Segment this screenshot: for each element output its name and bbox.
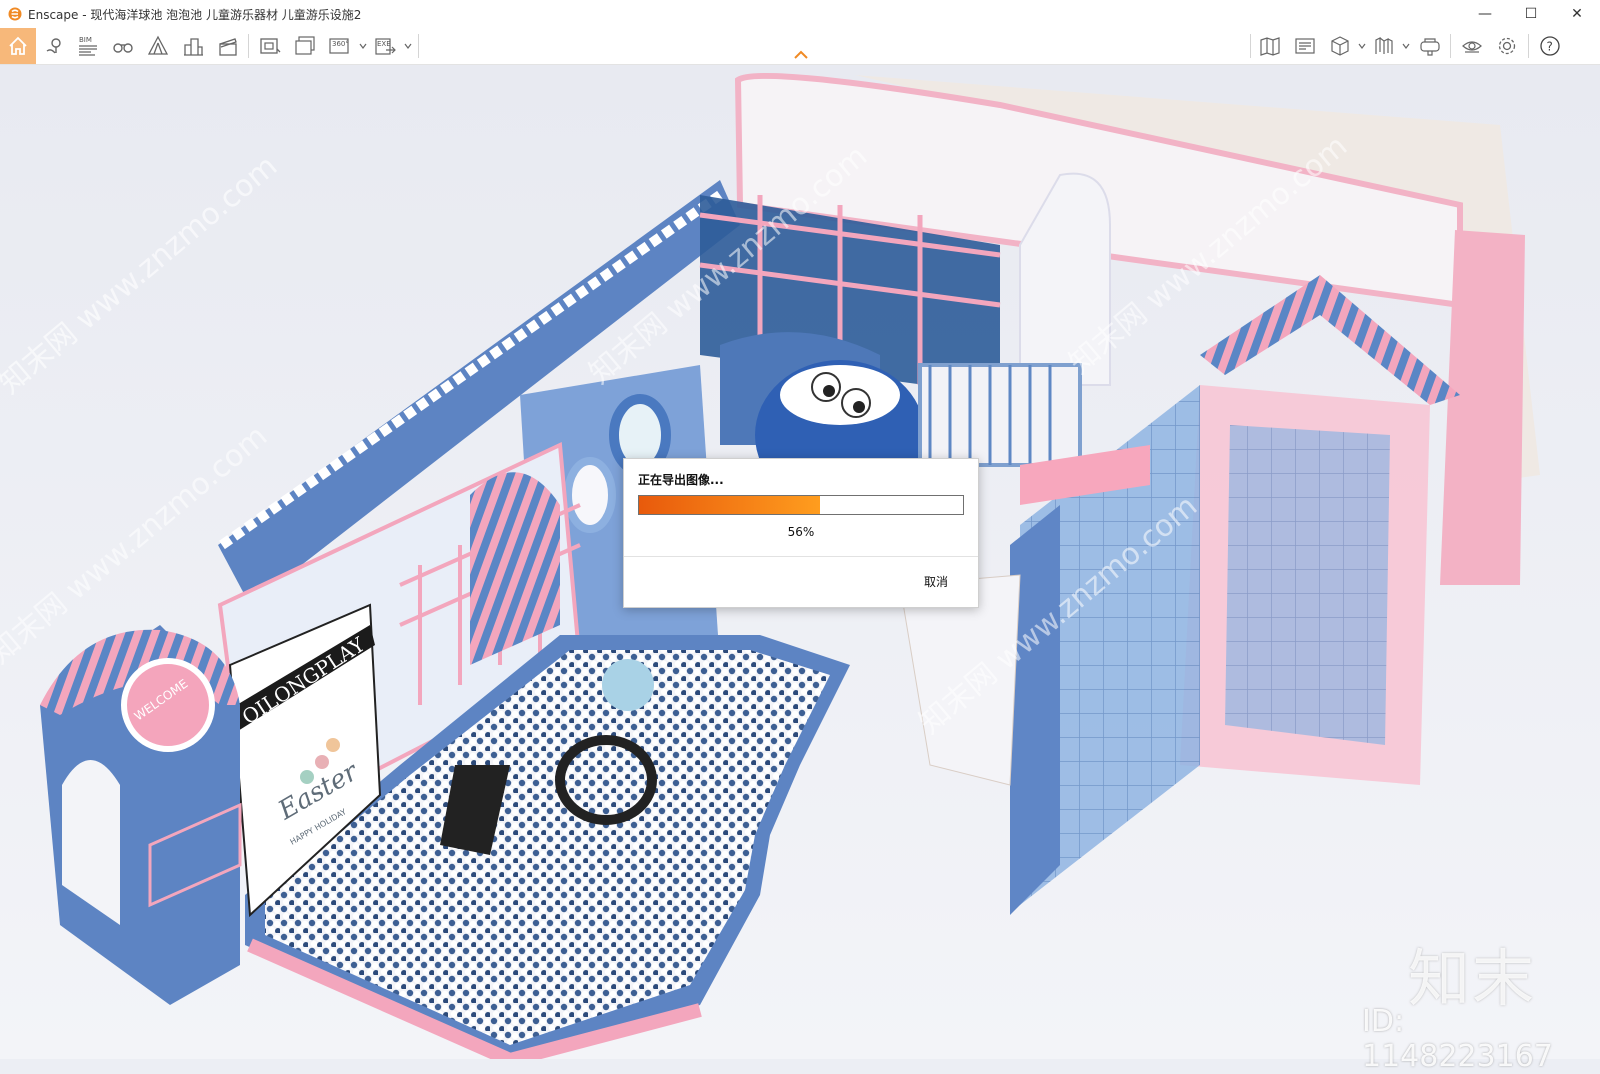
- maximize-button[interactable]: ☐: [1508, 0, 1554, 28]
- stair-side: [1010, 505, 1060, 915]
- dialog-title: 正在导出图像...: [638, 473, 724, 487]
- clapper-icon: [219, 38, 237, 56]
- balcony: [918, 363, 1082, 467]
- tent-button[interactable]: [146, 34, 170, 58]
- chevron-down-icon[interactable]: [1358, 43, 1366, 49]
- dialog-divider: [624, 556, 978, 557]
- window-controls: — ☐ ✕: [1462, 0, 1600, 28]
- chevron-down-icon[interactable]: [404, 43, 412, 49]
- batch-render-icon: [295, 36, 315, 55]
- house-glass: [1225, 425, 1390, 745]
- map-view-icon: [1260, 37, 1280, 56]
- material-icon: [1375, 37, 1393, 54]
- minimize-button[interactable]: —: [1462, 0, 1508, 28]
- panorama-360-icon: 360°: [329, 38, 349, 54]
- window-title: Enscape - 现代海洋球池 泡泡池 儿童游乐器材 儿童游乐设施2: [28, 7, 362, 22]
- chevron-down-icon[interactable]: [1402, 43, 1410, 49]
- asset-library-icon: [1295, 38, 1315, 54]
- bim-icon: BIM: [79, 36, 97, 56]
- visibility-button[interactable]: [1460, 34, 1484, 58]
- visibility-icon: [1462, 41, 1482, 53]
- help-icon: ?: [1540, 36, 1560, 56]
- buildings-button[interactable]: [181, 34, 205, 58]
- settings-button[interactable]: [1495, 34, 1519, 58]
- asset-library-button[interactable]: [1293, 34, 1317, 58]
- collapse-toolbar-icon[interactable]: [793, 50, 809, 60]
- video-editor-button[interactable]: [216, 34, 240, 58]
- home-icon: [9, 36, 27, 55]
- svg-text:360°: 360°: [332, 40, 349, 48]
- welcome-clock: [121, 658, 215, 752]
- material-editor-button[interactable]: [1372, 34, 1396, 58]
- blue-ball: [602, 659, 654, 711]
- toolbar-separator: [248, 34, 249, 58]
- settings-icon: [1498, 37, 1516, 55]
- screenshot-icon: [260, 38, 281, 54]
- chevron-down-icon[interactable]: [359, 43, 367, 49]
- batch-render-button[interactable]: [293, 34, 317, 58]
- close-button[interactable]: ✕: [1554, 0, 1600, 28]
- screenshot-button[interactable]: [258, 34, 282, 58]
- map-pin-button[interactable]: [42, 34, 66, 58]
- binoculars-button[interactable]: [111, 34, 135, 58]
- cube-view-icon: [1331, 36, 1349, 56]
- vr-headset-button[interactable]: [1418, 34, 1442, 58]
- bim-button[interactable]: BIM: [76, 34, 100, 58]
- toolbar-separator: [1450, 34, 1451, 58]
- cancel-button[interactable]: 取消: [924, 573, 948, 590]
- export-exe-button[interactable]: EXE: [373, 34, 397, 58]
- map-view-button[interactable]: [1258, 34, 1282, 58]
- svg-text:BIM: BIM: [79, 36, 92, 44]
- svg-text:EXE: EXE: [377, 40, 391, 48]
- pink-pillar: [1440, 230, 1525, 585]
- toolbar-separator: [1528, 34, 1529, 58]
- binoculars-icon: [113, 43, 133, 53]
- enscape-logo-icon: [8, 7, 22, 21]
- title-bar: Enscape - 现代海洋球池 泡泡池 儿童游乐器材 儿童游乐设施2 — ☐ …: [0, 0, 1600, 28]
- dome-cap: [780, 365, 900, 425]
- export-progress-bar: [638, 495, 964, 515]
- svg-text:?: ?: [1547, 40, 1553, 54]
- toolbar-separator: [418, 34, 419, 58]
- oval-window: [564, 457, 616, 533]
- headset-icon: [1420, 38, 1440, 56]
- watermark-id: ID: 1148223167: [1362, 1004, 1553, 1074]
- toolbar-separator: [1250, 34, 1251, 58]
- export-progress-dialog: 正在导出图像... 56% 取消: [623, 458, 979, 608]
- panorama-button[interactable]: 360°: [328, 34, 352, 58]
- progress-fill: [639, 496, 821, 514]
- tent-icon: [147, 35, 169, 55]
- home-button[interactable]: [0, 28, 36, 64]
- progress-percent: 56%: [787, 525, 815, 539]
- export-exe-icon: EXE: [375, 38, 396, 55]
- help-button[interactable]: ?: [1538, 34, 1562, 58]
- cube-view-button[interactable]: [1328, 34, 1352, 58]
- map-pin-icon: [46, 38, 61, 54]
- buildings-icon: [184, 38, 203, 56]
